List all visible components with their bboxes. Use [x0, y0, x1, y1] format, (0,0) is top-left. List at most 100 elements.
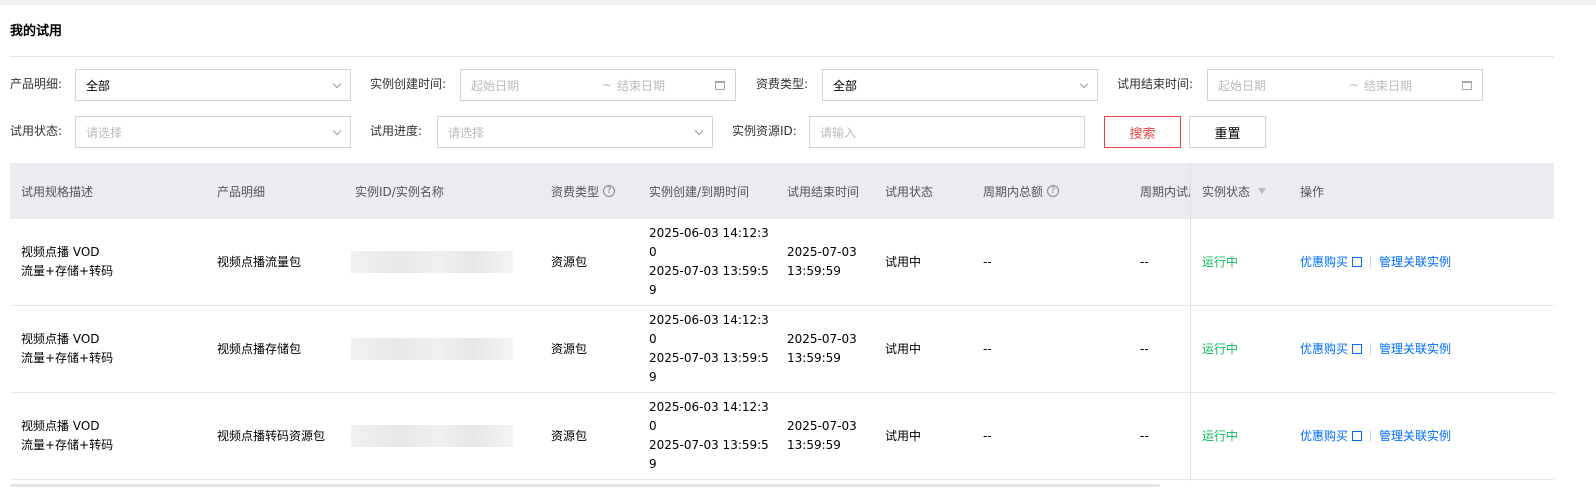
manage-instances-link[interactable]: 管理关联实例 — [1379, 340, 1451, 359]
cell-actions: 优惠购买 管理关联实例 — [1300, 306, 1540, 392]
masked-instance-id — [351, 251, 513, 273]
trial-end-range[interactable]: 起始日期 ~ 结束日期 — [1207, 69, 1483, 101]
product-filter-label: 产品明细: — [10, 77, 63, 91]
cell-spec: 视频点播 VOD 流量+存储+转码 — [21, 219, 211, 305]
manage-instances-link[interactable]: 管理关联实例 — [1379, 427, 1451, 446]
discount-buy-label: 优惠购买 — [1300, 341, 1349, 356]
chevron-down-icon — [694, 126, 704, 135]
cell-trial-end: 2025-07-03 13:59:59 — [787, 393, 882, 479]
table-row: 视频点播 VOD 流量+存储+转码 视频点播存储包 资源包 2025-06-03 … — [10, 306, 1554, 393]
help-icon[interactable]: ? — [603, 185, 616, 197]
col-period-total-header: 周期内总额? — [983, 163, 1133, 219]
product-select[interactable]: 全部 — [75, 69, 351, 101]
create-time-line: 0 — [649, 245, 657, 259]
cell-instance-status: 运行中 — [1202, 219, 1297, 305]
status-badge: 运行中 — [1202, 428, 1239, 443]
trial-status-text: 试用中 — [885, 341, 922, 356]
chevron-down-icon — [332, 126, 342, 135]
create-time-range[interactable]: 起始日期 ~ 结束日期 — [460, 69, 736, 101]
product-text: 视频点播存储包 — [217, 341, 302, 356]
discount-buy-link[interactable]: 优惠购买 — [1300, 253, 1363, 272]
col-instance-status-header-label: 实例状态 — [1202, 184, 1251, 199]
col-product-header: 产品明细 — [217, 163, 347, 219]
period-total-text: -- — [983, 254, 992, 269]
col-period-total-header-label: 周期内总额 — [983, 184, 1044, 199]
range-separator: ~ — [1348, 78, 1360, 92]
cell-billing: 资源包 — [551, 219, 646, 305]
expire-time-line: 2025-07-03 13:59:5 — [649, 438, 769, 452]
billing-text: 资源包 — [551, 341, 588, 356]
cell-create-expire: 2025-06-03 14:12:3 0 2025-07-03 13:59:5 9 — [649, 393, 784, 479]
reset-button[interactable]: 重置 — [1189, 116, 1266, 148]
cell-product: 视频点播存储包 — [217, 306, 347, 392]
create-time-end[interactable]: 结束日期 — [617, 77, 715, 94]
instance-id-filter-label: 实例资源ID: — [732, 124, 797, 138]
cell-period-used: -- — [1140, 393, 1190, 479]
trial-status-text: 试用中 — [885, 254, 922, 269]
external-link-icon — [1352, 256, 1363, 267]
cell-product: 视频点播转码资源包 — [217, 393, 347, 479]
billing-type-select[interactable]: 全部 — [822, 69, 1098, 101]
cell-spec: 视频点播 VOD 流量+存储+转码 — [21, 306, 211, 392]
search-button[interactable]: 搜索 — [1104, 116, 1181, 148]
create-time-line: 2025-06-03 14:12:3 — [649, 400, 769, 414]
help-icon[interactable]: ? — [1047, 185, 1060, 197]
cell-spec: 视频点播 VOD 流量+存储+转码 — [21, 393, 211, 479]
billing-type-filter-label: 资费类型: — [756, 77, 809, 91]
trial-progress-filter-label: 试用进度: — [370, 124, 423, 138]
discount-buy-link[interactable]: 优惠购买 — [1300, 340, 1363, 359]
spec-line: 视频点播 VOD — [21, 419, 100, 433]
discount-buy-link[interactable]: 优惠购买 — [1300, 427, 1363, 446]
calendar-icon — [715, 80, 725, 90]
trial-end-line: 2025-07-03 — [787, 245, 857, 259]
period-total-text: -- — [983, 341, 992, 356]
col-trial-status-header: 试用状态 — [885, 163, 975, 219]
manage-instances-link[interactable]: 管理关联实例 — [1379, 253, 1451, 272]
masked-instance-id — [351, 338, 513, 360]
cell-actions: 优惠购买 管理关联实例 — [1300, 219, 1540, 305]
filter-icon[interactable] — [1258, 188, 1267, 194]
expire-time-line: 2025-07-03 13:59:5 — [649, 264, 769, 278]
create-time-line: 0 — [649, 419, 657, 433]
chevron-down-icon — [332, 79, 342, 88]
trial-end-line: 2025-07-03 — [787, 419, 857, 433]
spec-line: 视频点播 VOD — [21, 332, 100, 346]
instance-id-input[interactable]: 请输入 — [809, 116, 1085, 148]
cell-period-total: -- — [983, 393, 1133, 479]
col-create-expire-header: 实例创建/到期时间 — [649, 163, 784, 219]
col-actions-header: 操作 — [1300, 163, 1400, 219]
masked-instance-id — [351, 425, 513, 447]
cell-instance — [351, 306, 541, 392]
trial-end-line: 13:59:59 — [787, 438, 841, 452]
trial-end-filter-label: 试用结束时间: — [1117, 77, 1194, 91]
discount-buy-label: 优惠购买 — [1300, 254, 1349, 269]
trial-end-start[interactable]: 起始日期 — [1218, 77, 1344, 94]
cell-billing: 资源包 — [551, 393, 646, 479]
trial-end-end[interactable]: 结束日期 — [1364, 77, 1462, 94]
col-spec-header-label: 试用规格描述 — [21, 184, 94, 199]
trial-status-select[interactable]: 请选择 — [75, 116, 351, 148]
period-total-text: -- — [983, 428, 992, 443]
billing-type-select-value: 全部 — [833, 78, 858, 93]
cell-period-used: -- — [1140, 219, 1190, 305]
horizontal-scrollbar[interactable] — [10, 484, 1160, 487]
trial-status-filter-label: 试用状态: — [10, 124, 63, 138]
trial-status-text: 试用中 — [885, 428, 922, 443]
trial-end-line: 13:59:59 — [787, 264, 841, 278]
col-trial-status-header-label: 试用状态 — [885, 184, 934, 199]
product-text: 视频点播转码资源包 — [217, 428, 326, 443]
create-time-line: 0 — [649, 332, 657, 346]
cell-trial-status: 试用中 — [885, 306, 975, 392]
create-time-start[interactable]: 起始日期 — [471, 77, 597, 94]
page-title: 我的试用 — [10, 24, 63, 39]
spec-line: 流量+存储+转码 — [21, 438, 114, 452]
cell-instance-status: 运行中 — [1202, 306, 1297, 392]
billing-text: 资源包 — [551, 428, 588, 443]
cell-period-total: -- — [983, 219, 1133, 305]
create-time-filter-label: 实例创建时间: — [370, 77, 447, 91]
col-period-used-header-label: 周期内试用 — [1140, 184, 1190, 199]
trial-progress-select[interactable]: 请选择 — [437, 116, 713, 148]
spec-line: 流量+存储+转码 — [21, 351, 114, 365]
create-time-line: 2025-06-03 14:12:3 — [649, 226, 769, 240]
expire-time-line: 9 — [649, 283, 657, 297]
